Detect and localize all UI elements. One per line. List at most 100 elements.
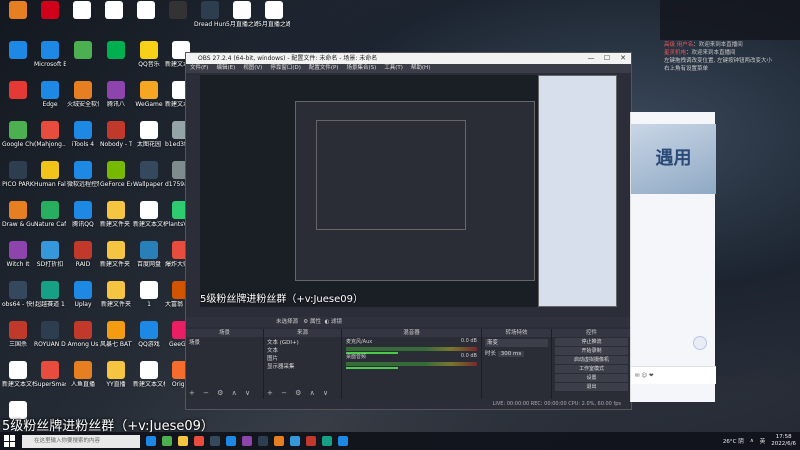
desktop-icon[interactable]: 新建文件夹 2021090... bbox=[100, 200, 132, 240]
desktop-icon[interactable]: (Mahjong...) bbox=[34, 120, 66, 160]
desktop-icon[interactable] bbox=[130, 0, 162, 40]
source-item[interactable]: 文本 (GDI+) bbox=[267, 339, 338, 347]
desktop-icon[interactable] bbox=[2, 80, 34, 120]
desktop-icon[interactable]: WeGame bbox=[133, 80, 165, 120]
desktop-icon[interactable] bbox=[100, 40, 132, 80]
close-icon[interactable]: ✕ bbox=[615, 53, 631, 64]
obs-menu-item[interactable]: 停靠窗口(D) bbox=[270, 64, 301, 73]
desktop-icon[interactable]: 新建文件夹 bbox=[100, 280, 132, 320]
desktop-icon[interactable]: 三国杀 bbox=[2, 320, 34, 360]
control-button[interactable]: 停止推流 bbox=[555, 338, 628, 346]
desktop-icon[interactable]: 新建文本文档 bbox=[133, 200, 165, 240]
taskbar-app-icon[interactable] bbox=[322, 436, 332, 446]
desktop-icon[interactable]: iTools 4 bbox=[67, 120, 99, 160]
desktop-icon[interactable] bbox=[34, 0, 66, 40]
desktop-icon[interactable]: Edge bbox=[34, 80, 66, 120]
weather-label[interactable]: 26°C 阴 bbox=[723, 437, 744, 445]
desktop-icon[interactable]: YY直播 bbox=[100, 360, 132, 400]
obs-menu-item[interactable]: 工具(T) bbox=[384, 64, 403, 73]
desktop-icon[interactable] bbox=[2, 40, 34, 80]
desktop-icon[interactable]: ROYUAN Driver bbox=[34, 320, 66, 360]
desktop-icon[interactable]: Witch It bbox=[2, 240, 34, 280]
gear-icon[interactable]: ⚙ bbox=[303, 319, 308, 325]
obs-titlebar[interactable]: OBS 27.2.4 (64-bit, windows) - 配置文件: 未命名… bbox=[186, 53, 631, 64]
obs-menu-item[interactable]: 视图(V) bbox=[243, 64, 262, 73]
desktop-icon[interactable] bbox=[98, 0, 130, 40]
obs-menu-item[interactable]: 场景集合(S) bbox=[346, 64, 376, 73]
desktop-icon[interactable]: 新建文本文档 bbox=[2, 360, 34, 400]
obs-window[interactable]: OBS 27.2.4 (64-bit, windows) - 配置文件: 未命名… bbox=[185, 52, 632, 410]
desktop-icon[interactable]: Draw & Guess bbox=[2, 200, 34, 240]
desktop-icon[interactable]: Google Chrome bbox=[2, 120, 34, 160]
desktop-icon[interactable]: Wallpaper Engine bbox=[133, 160, 165, 200]
taskbar-app-icon[interactable] bbox=[210, 436, 220, 446]
taskbar-app-icon[interactable] bbox=[226, 436, 236, 446]
desktop-icon[interactable]: 太图花园 bbox=[133, 120, 165, 160]
desktop-icon[interactable]: PICO PARK bbox=[2, 160, 34, 200]
desktop-icon[interactable]: 微软远程控制大全 bbox=[67, 160, 99, 200]
taskbar-app-icon[interactable] bbox=[258, 436, 268, 446]
desktop-icon[interactable]: QQ游戏 bbox=[133, 320, 165, 360]
desktop-icon[interactable]: 腾讯QQ bbox=[67, 200, 99, 240]
maximize-icon[interactable]: ☐ bbox=[599, 53, 615, 64]
desktop-icon[interactable]: 5月直播之路 2022. bbox=[226, 0, 258, 40]
obs-preview[interactable]: 5级粉丝牌进粉丝群（+v:Juese09） bbox=[200, 75, 617, 307]
source-item[interactable]: 文本 bbox=[267, 347, 338, 355]
desktop-icon[interactable]: Uplay bbox=[67, 280, 99, 320]
desktop-icon[interactable]: 火绒安全软件 bbox=[67, 80, 99, 120]
desktop-icon[interactable]: 风暴七 BATTLEGR... bbox=[100, 320, 132, 360]
desktop-icon[interactable]: 5月直播之路 2022. bbox=[258, 0, 290, 40]
desktop-icon[interactable]: Among Us bbox=[67, 320, 99, 360]
taskbar-search-input[interactable]: 在这里输入你要搜索的内容 bbox=[22, 434, 140, 448]
taskbar-app-icon[interactable] bbox=[162, 436, 172, 446]
source-item[interactable]: 图片 bbox=[267, 355, 338, 363]
minimize-icon[interactable]: — bbox=[583, 53, 599, 64]
control-button[interactable]: 启动虚拟摄像机 bbox=[555, 356, 628, 364]
taskbar-app-icon[interactable] bbox=[274, 436, 284, 446]
filters-button[interactable]: 滤镜 bbox=[331, 319, 342, 325]
assistant-button[interactable] bbox=[693, 336, 707, 350]
desktop-icon[interactable]: GeForce Experience bbox=[100, 160, 132, 200]
control-button[interactable]: 工作室模式 bbox=[555, 365, 628, 373]
obs-menu-item[interactable]: 配置文件(P) bbox=[309, 64, 339, 73]
taskbar-app-icon[interactable] bbox=[306, 436, 316, 446]
scenes-dock-toolbar[interactable]: + − ⚙ ∧ ∨ bbox=[189, 389, 253, 397]
desktop-icon[interactable] bbox=[67, 40, 99, 80]
windows-start-icon[interactable] bbox=[4, 435, 16, 447]
desktop-icon[interactable]: 人鱼直播 bbox=[67, 360, 99, 400]
ime-indicator[interactable]: 英 bbox=[760, 437, 766, 445]
desktop-icon[interactable]: Nobody - The Turna... bbox=[100, 120, 132, 160]
desktop-icon[interactable] bbox=[66, 0, 98, 40]
filter-icon[interactable]: ◐ bbox=[324, 319, 329, 325]
desktop-icon[interactable]: obs64 - 快捷方式 bbox=[2, 280, 34, 320]
obs-menu-item[interactable]: 编辑(E) bbox=[216, 64, 235, 73]
control-button[interactable]: 退出 bbox=[555, 383, 628, 391]
properties-button[interactable]: 属性 bbox=[310, 319, 321, 325]
desktop-icon[interactable]: SD打折扣 bbox=[34, 240, 66, 280]
source-item[interactable]: 显示器采集 bbox=[267, 363, 338, 371]
desktop-icon[interactable]: 1 bbox=[133, 280, 165, 320]
taskbar-app-icon[interactable] bbox=[178, 436, 188, 446]
desktop-icon[interactable] bbox=[2, 0, 34, 40]
sources-dock-toolbar[interactable]: + − ⚙ ∧ ∨ bbox=[267, 389, 331, 397]
desktop-icon[interactable]: RAID bbox=[67, 240, 99, 280]
clock[interactable]: 17:58 2022/6/6 bbox=[771, 434, 796, 448]
taskbar-app-icon[interactable] bbox=[194, 436, 204, 446]
control-button[interactable]: 开始录制 bbox=[555, 347, 628, 355]
tray-chevron-icon[interactable]: ∧ bbox=[750, 438, 754, 444]
volume-slider[interactable] bbox=[346, 367, 399, 369]
desktop-icon[interactable]: QQ音乐 bbox=[133, 40, 165, 80]
taskbar-app-icon[interactable] bbox=[242, 436, 252, 446]
obs-menu-item[interactable]: 文件(F) bbox=[190, 64, 208, 73]
desktop-icon[interactable] bbox=[162, 0, 194, 40]
taskbar-app-icon[interactable] bbox=[290, 436, 300, 446]
desktop-icon[interactable]: 百度网盘 bbox=[133, 240, 165, 280]
desktop-icon[interactable]: Dread Hunger bbox=[194, 0, 226, 40]
chat-input-bar[interactable]: ✉ ☺ ❤ bbox=[631, 366, 716, 384]
desktop-icon[interactable]: Nature Cafe bbox=[34, 200, 66, 240]
desktop-icon[interactable]: Human Fall Flat bbox=[34, 160, 66, 200]
control-button[interactable]: 设置 bbox=[555, 374, 628, 382]
desktop-icon[interactable]: SuperSmash... bbox=[34, 360, 66, 400]
desktop-icon[interactable]: 腾讯八 bbox=[100, 80, 132, 120]
taskbar-app-icon[interactable] bbox=[338, 436, 348, 446]
